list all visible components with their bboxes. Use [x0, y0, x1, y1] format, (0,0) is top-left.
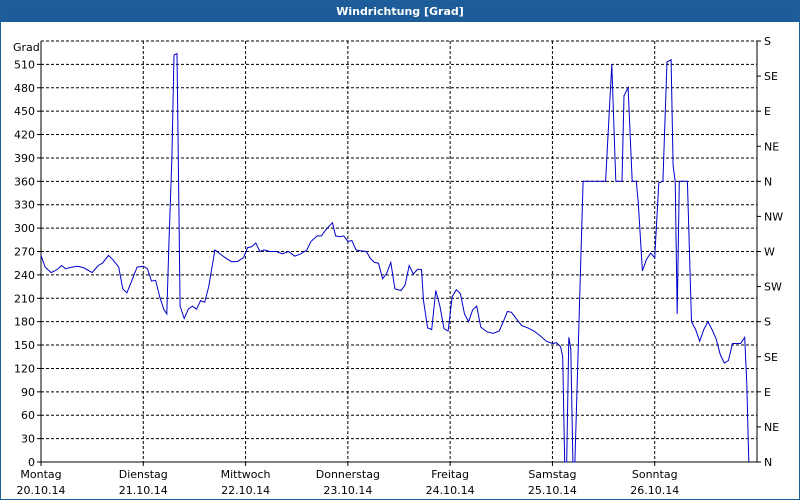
y-tick-label: 180	[14, 316, 35, 329]
x-tick-label-day: Mittwoch	[221, 468, 271, 481]
y2-tick-label: NW	[764, 210, 783, 223]
y2-tick-label: E	[764, 386, 771, 399]
y2-tick-label: NE	[764, 421, 779, 434]
y-tick-label: 450	[14, 105, 35, 118]
y2-tick-label: S	[764, 35, 771, 48]
x-tick-label-day: Samstag	[528, 468, 576, 481]
x-tick-label-day: Sonntag	[632, 468, 678, 481]
y-tick-label: 270	[14, 246, 35, 259]
y2-tick-label: SW	[764, 281, 782, 294]
y-tick-label: 60	[21, 409, 35, 422]
y2-tick-label: N	[764, 175, 772, 188]
y2-tick-label: W	[764, 246, 775, 259]
x-tick-label-day: Dienstag	[119, 468, 168, 481]
x-tick-label-date: 24.10.14	[426, 484, 475, 497]
y-tick-label: 300	[14, 222, 35, 235]
x-tick-label-date: 23.10.14	[323, 484, 372, 497]
y2-tick-label: N	[764, 456, 772, 469]
y-tick-label: 240	[14, 269, 35, 282]
y-tick-label: 510	[14, 58, 35, 71]
y-tick-label: 330	[14, 199, 35, 212]
y-tick-label: 150	[14, 339, 35, 352]
y-tick-label: 210	[14, 292, 35, 305]
x-tick-label-date: 25.10.14	[528, 484, 577, 497]
y2-tick-label: SE	[764, 70, 778, 83]
x-tick-label-date: 22.10.14	[221, 484, 270, 497]
y-tick-label: 480	[14, 82, 35, 95]
y2-tick-label: E	[764, 105, 771, 118]
y-tick-label: 390	[14, 152, 35, 165]
x-tick-label-date: 20.10.14	[17, 484, 66, 497]
y-tick-label: 360	[14, 175, 35, 188]
x-tick-label-day: Donnerstag	[316, 468, 380, 481]
x-tick-label-day: Freitag	[431, 468, 469, 481]
wind-direction-series-line	[40, 52, 750, 463]
x-tick-label-date: 21.10.14	[119, 484, 168, 497]
wind-direction-chart: 0306090120150180210240270300330360390420…	[13, 35, 783, 497]
x-tick-label-date: 26.10.14	[630, 484, 679, 497]
y-tick-label: 90	[21, 386, 35, 399]
y-axis-label: Grad	[13, 41, 40, 54]
y-tick-label: 420	[14, 129, 35, 142]
x-tick-label-day: Montag	[20, 468, 61, 481]
y2-tick-label: NE	[764, 140, 779, 153]
chart-window: Windrichtung [Grad] 0 30 60 90 120 150 180 210 2…	[0, 0, 800, 500]
y-tick-label: 120	[14, 362, 35, 375]
y2-tick-label: SE	[764, 351, 778, 364]
y2-tick-label: S	[764, 316, 771, 329]
y-tick-label: 30	[21, 433, 35, 446]
